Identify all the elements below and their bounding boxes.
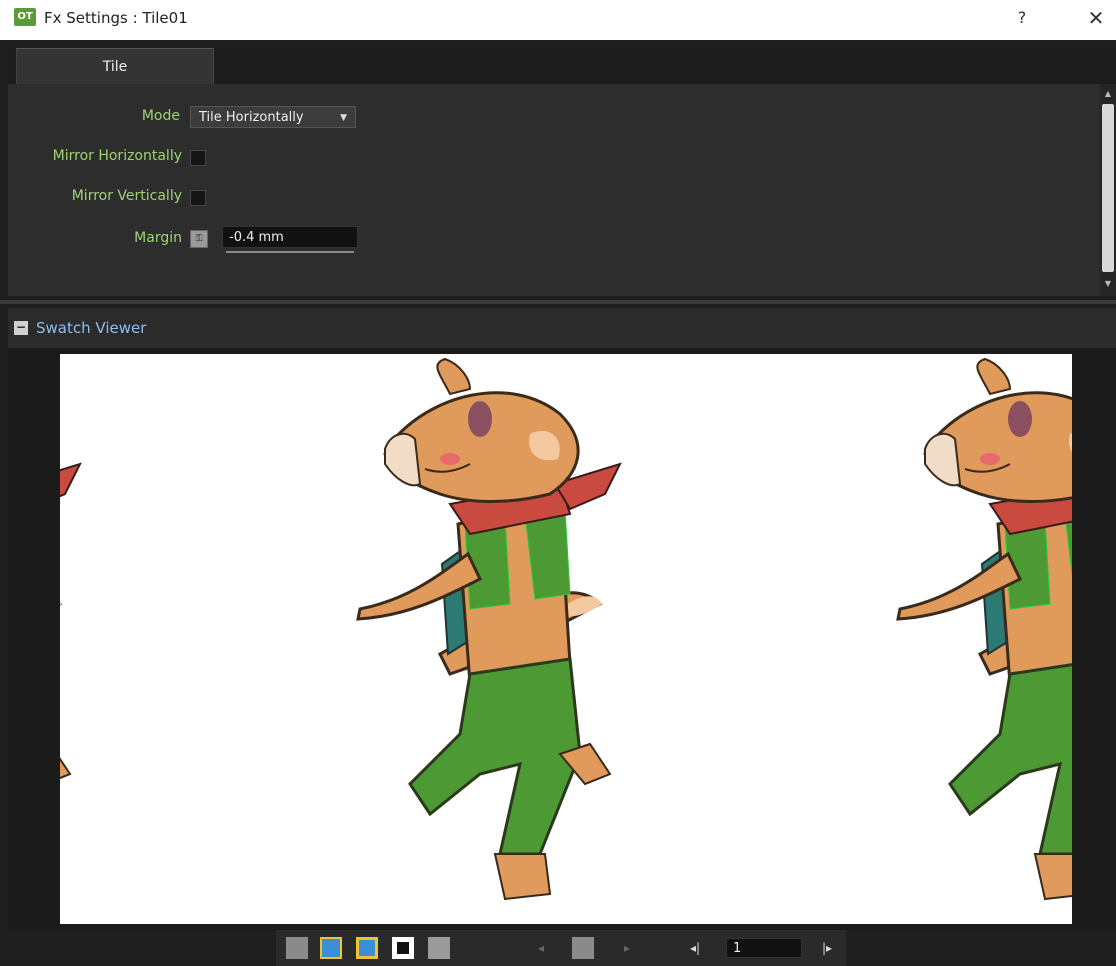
close-button[interactable]: ✕ bbox=[1084, 6, 1108, 30]
margin-label: Margin bbox=[134, 230, 182, 246]
mirror-vertically-checkbox[interactable] bbox=[190, 190, 206, 206]
window-titlebar: OT Fx Settings : Tile01 ? ✕ bbox=[0, 0, 1116, 40]
black-bg-icon[interactable] bbox=[392, 937, 414, 959]
chevron-down-icon: ▼ bbox=[340, 113, 347, 123]
viewer-toolbar: ◂ ▸ ◂| 1 |▸ bbox=[8, 930, 1116, 966]
margin-slider[interactable] bbox=[226, 251, 354, 253]
swatch-viewer-header: − Swatch Viewer bbox=[8, 308, 1116, 348]
keyframe-icon[interactable]: ⚿ bbox=[190, 230, 208, 248]
white-bg-icon[interactable] bbox=[428, 937, 450, 959]
tab-bar: Tile bbox=[8, 48, 1116, 85]
app-icon: OT bbox=[14, 8, 36, 26]
keyframe-nav-group: ◂ ▸ bbox=[516, 930, 656, 966]
checkerboard-icon[interactable] bbox=[286, 937, 308, 959]
window-title: Fx Settings : Tile01 bbox=[44, 9, 188, 27]
swatch-viewer-title: Swatch Viewer bbox=[36, 319, 147, 337]
margin-input[interactable]: -0.4 mm bbox=[222, 226, 358, 248]
view-mode-group bbox=[276, 930, 516, 966]
swatch-canvas[interactable] bbox=[60, 354, 1072, 924]
next-frame-button[interactable]: |▸ bbox=[816, 937, 838, 959]
mode-value: Tile Horizontally bbox=[199, 110, 304, 125]
tiled-fox-illustration bbox=[60, 357, 1072, 901]
mirror-horizontally-label: Mirror Horizontally bbox=[52, 148, 182, 164]
scroll-up-arrow-icon[interactable]: ▲ bbox=[1100, 88, 1116, 100]
prev-frame-button[interactable]: ◂| bbox=[684, 937, 706, 959]
panel-splitter[interactable] bbox=[0, 300, 1116, 304]
mode-label: Mode bbox=[141, 108, 180, 124]
mirror-vertically-label: Mirror Vertically bbox=[71, 188, 182, 204]
help-button[interactable]: ? bbox=[1010, 6, 1034, 30]
scroll-thumb[interactable] bbox=[1102, 104, 1114, 272]
scroll-down-arrow-icon[interactable]: ▼ bbox=[1100, 278, 1116, 290]
settings-area: Mode Tile Horizontally ▼ Mirror Horizont… bbox=[8, 84, 1100, 296]
fx-settings-panel: Tile Mode Tile Horizontally ▼ Mirror Hor… bbox=[0, 40, 1116, 966]
prev-key-icon[interactable]: ◂ bbox=[530, 937, 552, 959]
key-toggle-icon[interactable] bbox=[572, 937, 594, 959]
collapse-button[interactable]: − bbox=[14, 321, 28, 335]
mirror-horizontally-checkbox[interactable] bbox=[190, 150, 206, 166]
preview-eye-icon[interactable] bbox=[320, 937, 342, 959]
next-key-icon[interactable]: ▸ bbox=[616, 937, 638, 959]
camera-view-icon[interactable] bbox=[356, 937, 378, 959]
settings-scrollbar[interactable]: ▲ ▼ bbox=[1100, 84, 1116, 296]
mode-dropdown[interactable]: Tile Horizontally ▼ bbox=[190, 106, 356, 128]
frame-input[interactable]: 1 bbox=[726, 938, 802, 958]
tab-tile[interactable]: Tile bbox=[16, 48, 214, 85]
swatch-viewer bbox=[8, 348, 1116, 930]
